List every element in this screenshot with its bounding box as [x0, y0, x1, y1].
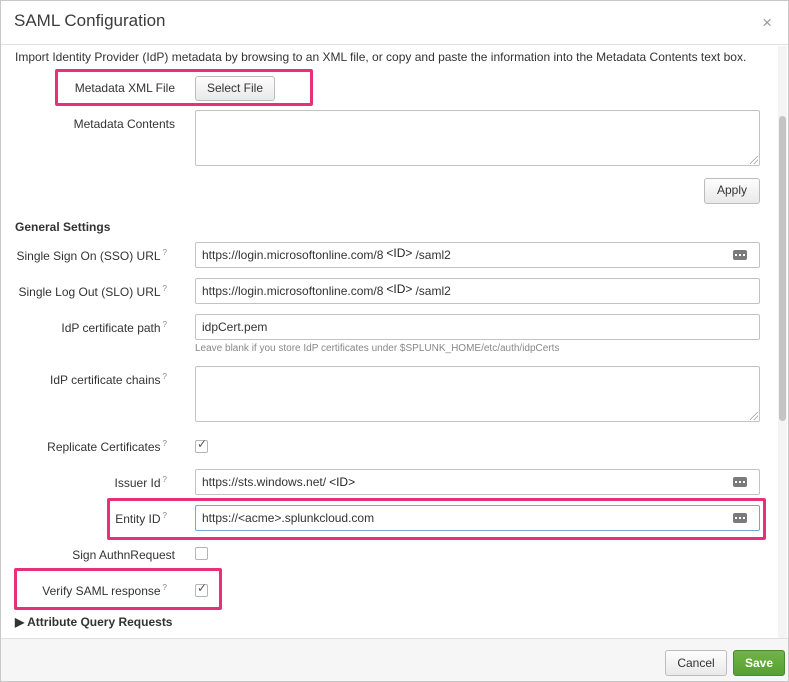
general-settings-heading: General Settings: [15, 220, 111, 234]
sign-authn-request-checkbox[interactable]: [195, 547, 208, 560]
entity-id-value: https://<acme>.splunkcloud.com: [202, 511, 375, 525]
issuer-id-token: <ID>: [326, 470, 359, 494]
slo-url-prefix: https://login.microsoftonline.com/8: [202, 284, 384, 298]
slo-url-input[interactable]: https://login.microsoftonline.com/8 <ID> /…: [195, 278, 760, 304]
help-icon[interactable]: ?: [163, 583, 167, 592]
cert-path-value: idpCert.pem: [202, 320, 268, 334]
replicate-certificates-checkbox[interactable]: ✓: [195, 437, 208, 453]
expand-arrow-icon: ▶: [15, 615, 25, 629]
saml-configuration-dialog: SAML Configuration × Import Identity Pro…: [0, 0, 789, 682]
help-icon[interactable]: ?: [163, 511, 167, 520]
dialog-scrollbar[interactable]: [778, 46, 787, 638]
checkmark-icon: ✓: [197, 581, 208, 595]
password-key-icon[interactable]: [733, 477, 747, 487]
resize-grip-icon[interactable]: [750, 156, 758, 164]
issuer-id-label: Issuer Id?: [114, 475, 167, 490]
password-key-icon[interactable]: [733, 250, 747, 260]
cancel-button[interactable]: Cancel: [665, 650, 727, 676]
sso-url-suffix: /saml2: [415, 248, 451, 262]
metadata-xml-file-label: Metadata XML File: [74, 81, 175, 95]
entity-id-input[interactable]: https://<acme>.splunkcloud.com: [195, 505, 760, 531]
password-key-icon[interactable]: [733, 513, 747, 523]
intro-text: Import Identity Provider (IdP) metadata …: [15, 50, 747, 64]
help-icon[interactable]: ?: [163, 475, 167, 484]
help-icon[interactable]: ?: [163, 439, 167, 448]
help-icon[interactable]: ?: [163, 284, 167, 293]
cert-chains-textarea[interactable]: [195, 366, 760, 422]
save-button[interactable]: Save: [733, 650, 785, 676]
help-icon[interactable]: ?: [163, 248, 167, 257]
help-icon[interactable]: ?: [163, 372, 167, 381]
cert-path-hint: Leave blank if you store IdP certificate…: [195, 343, 560, 354]
issuer-id-prefix: https://sts.windows.net/: [202, 475, 327, 489]
sso-url-label: Single Sign On (SSO) URL?: [16, 248, 167, 263]
attribute-query-requests-label: Attribute Query Requests: [27, 615, 173, 629]
replicate-certificates-label: Replicate Certificates?: [47, 439, 167, 454]
sso-url-prefix: https://login.microsoftonline.com/8: [202, 248, 384, 262]
help-icon[interactable]: ?: [163, 320, 167, 329]
dialog-header: SAML Configuration ×: [1, 1, 788, 45]
slo-url-suffix: /saml2: [415, 284, 451, 298]
entity-id-label: Entity ID?: [115, 511, 167, 526]
slo-url-id-token: <ID>: [383, 279, 416, 301]
metadata-contents-label: Metadata Contents: [73, 117, 175, 131]
metadata-contents-textarea[interactable]: [195, 110, 760, 166]
close-icon[interactable]: ×: [762, 13, 772, 33]
cert-path-input[interactable]: idpCert.pem: [195, 314, 760, 340]
select-file-button[interactable]: Select File: [195, 76, 275, 101]
apply-button[interactable]: Apply: [704, 178, 760, 204]
verify-saml-response-label: Verify SAML response?: [42, 583, 167, 598]
cert-path-label: IdP certificate path?: [61, 320, 167, 335]
cert-chains-label: IdP certificate chains?: [50, 372, 167, 387]
dialog-title: SAML Configuration: [14, 11, 166, 30]
dialog-footer: Cancel Save: [1, 638, 788, 681]
slo-url-label: Single Log Out (SLO) URL?: [18, 284, 167, 299]
sso-url-id-token: <ID>: [383, 243, 416, 265]
issuer-id-input[interactable]: https://sts.windows.net/<ID>: [195, 469, 760, 495]
attribute-query-requests-toggle[interactable]: ▶ Attribute Query Requests: [15, 615, 172, 629]
sso-url-input[interactable]: https://login.microsoftonline.com/8 <ID> /…: [195, 242, 760, 268]
scrollbar-thumb[interactable]: [779, 116, 786, 421]
dialog-body: Import Identity Provider (IdP) metadata …: [1, 46, 788, 638]
verify-saml-response-checkbox[interactable]: ✓: [195, 581, 208, 597]
sign-authn-request-label: Sign AuthnRequest: [72, 548, 175, 562]
checkmark-icon: ✓: [197, 437, 208, 451]
resize-grip-icon[interactable]: [750, 412, 758, 420]
